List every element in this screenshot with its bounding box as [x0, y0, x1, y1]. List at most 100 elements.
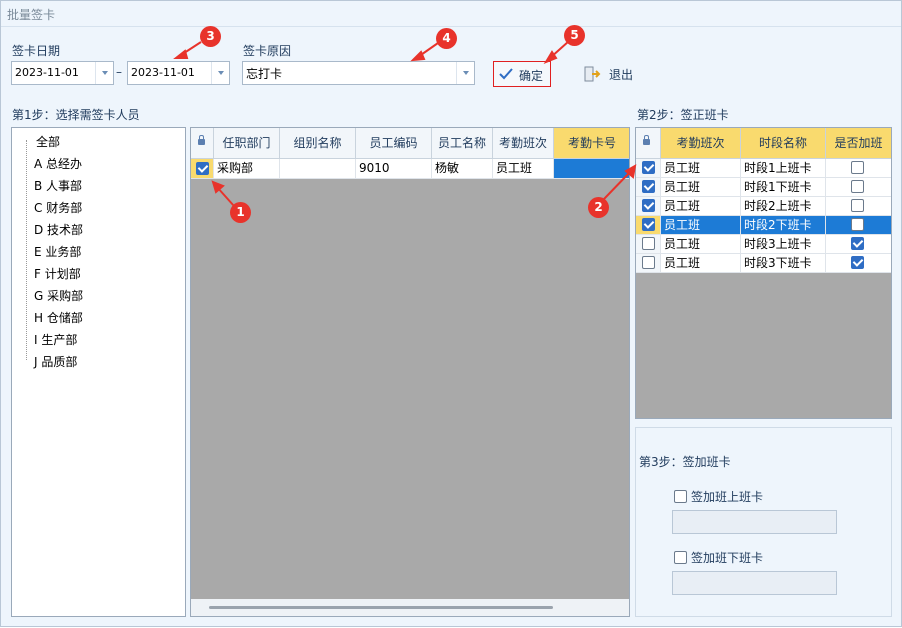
table-cell: 采购部 [214, 159, 280, 179]
overtime-out-time[interactable] [672, 571, 837, 595]
grid2-header-col[interactable]: 是否加班 [826, 128, 891, 159]
department-tree[interactable]: 全部 A 总经办 B 人事部 C 财务部 D 技术部 E 业务部 F 计划部 G 采购部 H 仓… [11, 127, 186, 617]
chevron-down-icon[interactable] [95, 62, 113, 84]
overtime-in-label: 签加班上班卡 [691, 490, 764, 504]
grid1-header-col[interactable]: 考勤班次 [493, 128, 554, 159]
overtime-checkbox[interactable] [851, 256, 864, 269]
confirm-button[interactable]: 确定 [493, 61, 551, 87]
step3-panel: 第3步：签加班卡 签加班上班卡 签加班下班卡 [635, 427, 892, 617]
table-row-select[interactable] [636, 254, 661, 273]
grid1-header-col[interactable]: 组别名称 [280, 128, 356, 159]
lock-icon [198, 135, 205, 145]
grid2-header-col[interactable]: 时段名称 [741, 128, 826, 159]
tree-item[interactable]: D 技术部 [34, 221, 83, 241]
overtime-cell[interactable] [826, 178, 891, 197]
exit-button[interactable]: 退出 [584, 63, 644, 85]
overtime-cell[interactable] [826, 197, 891, 216]
overtime-checkbox[interactable] [851, 237, 864, 250]
exit-icon [584, 66, 601, 82]
overtime-cell[interactable] [826, 254, 891, 273]
title-bar: 批量签卡 [1, 1, 901, 27]
grid1-header-col[interactable]: 任职部门 [214, 128, 280, 159]
tree-item[interactable]: H 仓储部 [34, 309, 83, 329]
table-row-select[interactable] [636, 216, 661, 235]
date-to-value: 2023-11-01 [131, 66, 195, 79]
tree-item[interactable]: E 业务部 [34, 243, 81, 263]
date-to-picker[interactable]: 2023-11-01 [127, 61, 230, 85]
overtime-checkbox[interactable] [851, 218, 864, 231]
horizontal-scrollbar[interactable] [191, 599, 629, 616]
overtime-cell[interactable] [826, 159, 891, 178]
annotation-badge-3: 3 [200, 26, 221, 47]
reason-value: 忘打卡 [246, 67, 283, 81]
tree-item[interactable]: J 品质部 [34, 353, 77, 373]
row-checkbox[interactable] [642, 218, 655, 231]
step3-title: 第3步：签加班卡 [639, 455, 731, 469]
grid1-header-col[interactable]: 员工名称 [432, 128, 493, 159]
shift-cell: 员工班 [661, 159, 741, 178]
chevron-down-icon[interactable] [211, 62, 229, 84]
row-checkbox[interactable] [642, 256, 655, 269]
shift-grid[interactable]: 考勤班次 时段名称 是否加班 员工班 时段1上班卡 员工班 时段1下班卡 员工班 时段2上班卡员… [635, 127, 892, 419]
annotation-badge-2: 2 [588, 197, 609, 218]
period-cell: 时段2下班卡 [741, 216, 826, 235]
shift-cell: 员工班 [661, 235, 741, 254]
table-row-select[interactable] [636, 178, 661, 197]
period-cell: 时段2上班卡 [741, 197, 826, 216]
table-row-select[interactable] [191, 159, 214, 179]
overtime-out-label: 签加班下班卡 [691, 551, 764, 565]
period-cell: 时段3上班卡 [741, 235, 826, 254]
table-cell [554, 159, 629, 179]
tree-item[interactable]: C 财务部 [34, 199, 82, 219]
tree-item[interactable]: I 生产部 [34, 331, 77, 351]
date-separator: – [116, 65, 122, 79]
grid1-header-col[interactable]: 考勤卡号 [554, 128, 629, 159]
row-checkbox[interactable] [196, 162, 209, 175]
confirm-label: 确定 [519, 69, 544, 83]
employee-grid[interactable]: 任职部门 组别名称 员工编码 员工名称 考勤班次 考勤卡号采购部 9010 杨敏 员工班 [190, 127, 630, 617]
shift-cell: 员工班 [661, 216, 741, 235]
tree-item[interactable]: 全部 [36, 133, 60, 153]
overtime-cell[interactable] [826, 235, 891, 254]
shift-cell: 员工班 [661, 178, 741, 197]
check-icon [499, 68, 513, 80]
overtime-checkbox[interactable] [851, 199, 864, 212]
tree-item[interactable]: F 计划部 [34, 265, 81, 285]
exit-label: 退出 [609, 68, 634, 82]
row-checkbox[interactable] [642, 161, 655, 174]
reason-label: 签卡原因 [243, 44, 292, 58]
overtime-checkbox[interactable] [851, 161, 864, 174]
overtime-in-time[interactable] [672, 510, 837, 534]
overtime-checkbox[interactable] [851, 180, 864, 193]
period-cell: 时段3下班卡 [741, 254, 826, 273]
grid2-header-indicator [636, 128, 661, 159]
row-checkbox[interactable] [642, 237, 655, 250]
batch-sign-card-window: 批量签卡 签卡日期 2023-11-01 – 2023-11-01 签卡原因 忘… [0, 0, 902, 627]
row-checkbox[interactable] [642, 199, 655, 212]
step2-title: 第2步：签正班卡 [637, 108, 729, 122]
date-from-picker[interactable]: 2023-11-01 [11, 61, 114, 85]
scroll-thumb[interactable] [209, 606, 553, 609]
overtime-out-checkbox[interactable] [674, 551, 687, 564]
table-cell: 9010 [356, 159, 432, 179]
tree-item[interactable]: G 采购部 [34, 287, 83, 307]
table-cell: 员工班 [493, 159, 554, 179]
table-row-select[interactable] [636, 159, 661, 178]
chevron-down-icon[interactable] [456, 62, 474, 84]
reason-select[interactable]: 忘打卡 [242, 61, 475, 85]
row-checkbox[interactable] [642, 180, 655, 193]
shift-cell: 员工班 [661, 197, 741, 216]
lock-icon [643, 135, 650, 145]
tree-connector [26, 140, 27, 360]
table-cell: 杨敏 [432, 159, 493, 179]
overtime-in-checkbox[interactable] [674, 490, 687, 503]
table-row-select[interactable] [636, 197, 661, 216]
overtime-cell[interactable] [826, 216, 891, 235]
grid2-header-col[interactable]: 考勤班次 [661, 128, 741, 159]
table-row-select[interactable] [636, 235, 661, 254]
shift-cell: 员工班 [661, 254, 741, 273]
annotation-badge-5: 5 [564, 25, 585, 46]
tree-item[interactable]: B 人事部 [34, 177, 82, 197]
tree-item[interactable]: A 总经办 [34, 155, 82, 175]
grid1-header-col[interactable]: 员工编码 [356, 128, 432, 159]
